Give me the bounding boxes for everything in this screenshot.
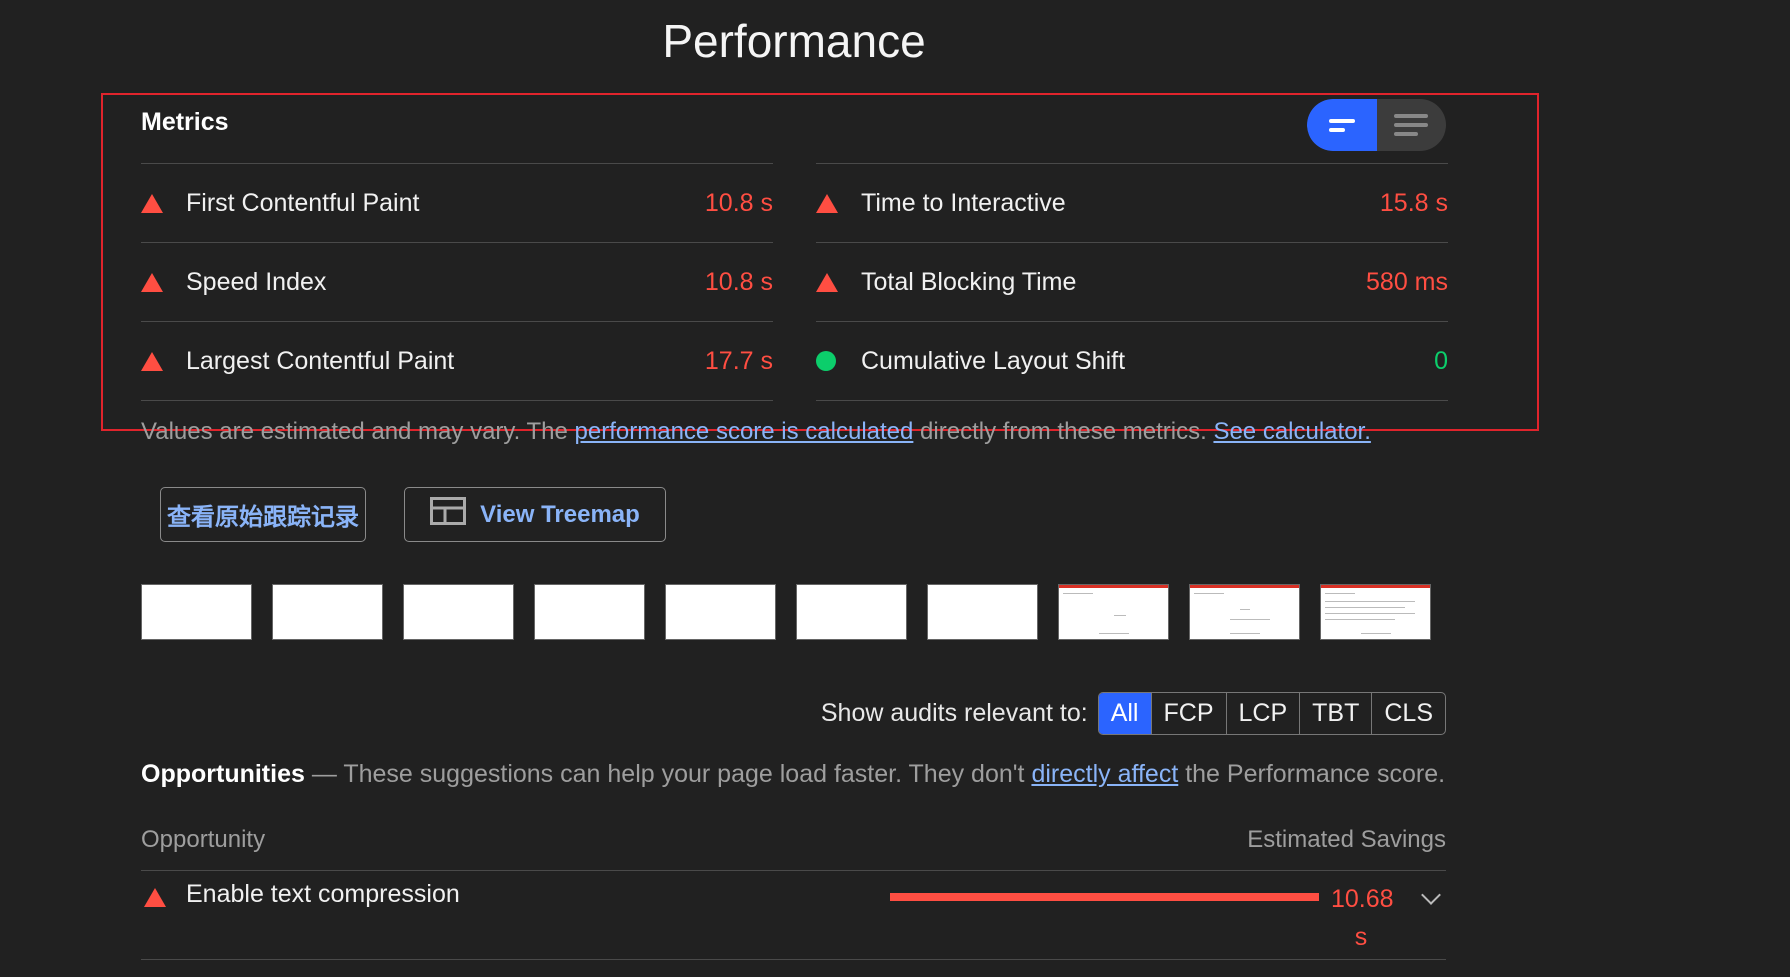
see-calculator-link[interactable]: See calculator. (1213, 418, 1370, 445)
opportunities-suffix: the Performance score. (1178, 760, 1446, 788)
metric-row: Speed Index 10.8 s (141, 242, 773, 321)
metric-value: 15.8 s (1379, 188, 1448, 217)
metric-value: 580 ms (1366, 267, 1448, 296)
view-original-trace-button[interactable]: 查看原始跟踪记录 (160, 487, 366, 542)
metric-value: 10.8 s (704, 267, 773, 296)
filmstrip-frame (1058, 584, 1169, 640)
note-prefix: Values are estimated and may vary. The (141, 418, 575, 445)
opportunity-label: Enable text compression (186, 880, 460, 908)
metric-value: 10.8 s (704, 188, 773, 217)
treemap-button-label: View Treemap (480, 500, 640, 528)
opportunities-description: — These suggestions can help your page l… (304, 760, 1032, 788)
filter-lcp-button[interactable]: LCP (1227, 693, 1301, 734)
note-middle: directly from these metrics. (913, 418, 1214, 445)
savings-value: 10.68 s (1331, 880, 1394, 956)
pass-circle-icon (816, 351, 861, 371)
directly-affect-link[interactable]: directly affect (1031, 760, 1178, 788)
metric-label: Speed Index (186, 267, 327, 296)
fail-triangle-icon (141, 351, 186, 371)
filmstrip-frame (1320, 584, 1431, 640)
audit-filter: Show audits relevant to: All FCP LCP TBT… (0, 692, 1446, 735)
metric-label: Time to Interactive (861, 188, 1066, 217)
score-calculated-link[interactable]: performance score is calculated (575, 418, 914, 445)
savings-unit: s (1354, 923, 1368, 951)
savings-column-header: Estimated Savings (1247, 826, 1446, 853)
audit-filter-group: All FCP LCP TBT CLS (1097, 692, 1446, 735)
treemap-icon (430, 497, 467, 532)
filmstrip-frame (927, 584, 1038, 640)
view-treemap-button[interactable]: View Treemap (404, 487, 666, 542)
savings-bar (890, 893, 1319, 901)
filmstrip-frame (665, 584, 776, 640)
opportunities-title: Opportunities (141, 760, 305, 788)
metrics-column-right: Time to Interactive 15.8 s Total Blockin… (816, 163, 1448, 401)
metric-row: Largest Contentful Paint 17.7 s (141, 321, 773, 401)
filter-cls-button[interactable]: CLS (1372, 693, 1445, 734)
page-title: Performance (662, 15, 926, 67)
filmstrip-frame (272, 584, 383, 640)
metric-label: Total Blocking Time (861, 267, 1077, 296)
filmstrip-frame (534, 584, 645, 640)
chevron-down-icon[interactable] (1421, 885, 1441, 905)
fail-triangle-icon (141, 272, 186, 292)
metric-value: 17.7 s (704, 346, 773, 375)
metrics-note: Values are estimated and may vary. The p… (141, 418, 1371, 446)
filter-fcp-button[interactable]: FCP (1152, 693, 1227, 734)
metric-label: Largest Contentful Paint (186, 346, 455, 375)
filter-all-button[interactable]: All (1098, 693, 1152, 734)
metrics-view-toggle[interactable] (1307, 99, 1446, 151)
opportunity-row[interactable]: Enable text compression 10.68 s (141, 870, 1446, 960)
metrics-column-left: First Contentful Paint 10.8 s Speed Inde… (141, 163, 773, 401)
metric-row: Cumulative Layout Shift 0 (816, 321, 1448, 401)
opportunity-column-header: Opportunity (141, 826, 266, 853)
metric-label: Cumulative Layout Shift (861, 346, 1126, 375)
savings-number: 10.68 (1331, 885, 1394, 913)
filter-tbt-button[interactable]: TBT (1300, 693, 1373, 734)
metric-value: 0 (1434, 346, 1448, 375)
metrics-heading: Metrics (141, 108, 229, 136)
compact-view-icon[interactable] (1307, 99, 1377, 151)
filmstrip-frame (796, 584, 907, 640)
fail-triangle-icon (144, 888, 166, 907)
fail-triangle-icon (816, 193, 861, 213)
filmstrip (141, 584, 1431, 640)
metric-row: First Contentful Paint 10.8 s (141, 163, 773, 242)
metric-label: First Contentful Paint (186, 188, 420, 217)
fail-triangle-icon (141, 193, 186, 213)
filmstrip-frame (1189, 584, 1300, 640)
fail-triangle-icon (816, 272, 861, 292)
opportunities-table-header: Opportunity Estimated Savings (141, 826, 1446, 871)
audit-filter-label: Show audits relevant to: (820, 699, 1088, 727)
filmstrip-frame (403, 584, 514, 640)
filmstrip-frame (141, 584, 252, 640)
metric-row: Total Blocking Time 580 ms (816, 242, 1448, 321)
expanded-view-icon[interactable] (1377, 99, 1447, 151)
opportunities-heading: Opportunities — These suggestions can he… (141, 760, 1445, 789)
metric-row: Time to Interactive 15.8 s (816, 163, 1448, 242)
